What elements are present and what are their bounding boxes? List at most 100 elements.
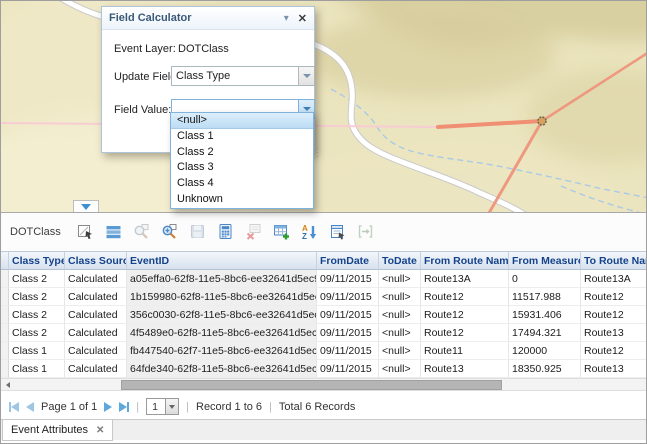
table-cell: 09/11/2015 — [317, 270, 379, 288]
table-row[interactable]: Class 2Calculated1b159980-62f8-11e5-8bc6… — [1, 288, 647, 306]
application-window: Field Calculator ▾ ✕ Event Layer: DOTCla… — [0, 0, 647, 444]
field-calculator-icon[interactable] — [217, 223, 235, 241]
clear-selection-icon[interactable] — [245, 223, 263, 241]
attribute-window-icon[interactable] — [329, 223, 347, 241]
column-header[interactable]: FromDate — [317, 251, 379, 270]
chevron-down-icon — [303, 74, 311, 78]
pan-to-selected-icon[interactable] — [161, 223, 179, 241]
dropdown-option[interactable]: <null> — [171, 113, 313, 129]
column-header[interactable]: To Route Name — [581, 251, 647, 270]
page-label: Page 1 of 1 — [41, 401, 97, 413]
zoom-to-selected-icon[interactable] — [133, 223, 151, 241]
table-row[interactable]: Class 1Calculatedfb447540-62f7-11e5-8bc6… — [1, 342, 647, 360]
table-cell: Route13A — [421, 270, 509, 288]
table-cell: Route13A — [581, 270, 647, 288]
table-cell: Class 2 — [9, 306, 65, 324]
dropdown-option[interactable]: Class 1 — [171, 129, 313, 145]
page-number-select[interactable]: 1 — [146, 398, 179, 415]
dropdown-option[interactable]: Unknown — [171, 192, 313, 208]
table-cell: Calculated — [65, 270, 127, 288]
field-value-label: Field Value: — [114, 104, 171, 116]
table-cell: Class 2 — [9, 324, 65, 342]
record-range-label: Record 1 to 6 — [196, 401, 262, 413]
row-selector[interactable] — [1, 324, 9, 342]
scrollbar-thumb[interactable] — [121, 380, 502, 390]
dropdown-option[interactable]: Class 2 — [171, 145, 313, 161]
table-row[interactable]: Class 1Calculated64fde340-62f8-11e5-8bc6… — [1, 360, 647, 378]
column-header[interactable]: ToDate — [379, 251, 421, 270]
table-row[interactable]: Class 2Calculated356c0030-62f8-11e5-8bc6… — [1, 306, 647, 324]
table-cell: Route11 — [421, 342, 509, 360]
table-cell: Route12 — [581, 288, 647, 306]
row-selector[interactable] — [1, 306, 9, 324]
separator: | — [186, 401, 189, 413]
column-header[interactable]: Class Type — [9, 251, 65, 270]
row-selector[interactable] — [1, 288, 9, 306]
event-layer-label: Event Layer: — [114, 43, 176, 55]
tab-event-attributes[interactable]: Event Attributes ✕ — [2, 420, 113, 441]
table-cell: 09/11/2015 — [317, 360, 379, 378]
page-select-dropdown-button[interactable] — [165, 398, 179, 415]
add-record-icon[interactable] — [273, 223, 291, 241]
table-cell: Class 1 — [9, 342, 65, 360]
table-cell: 120000 — [509, 342, 581, 360]
header-row: Class TypeClass SourceEventIDFromDateToD… — [1, 251, 647, 270]
chevron-down-icon — [169, 405, 175, 409]
event-layer-value: DOTClass — [178, 43, 229, 55]
table-cell: <null> — [379, 288, 421, 306]
horizontal-scrollbar[interactable] — [1, 378, 647, 391]
table-cell: 15931.406 — [509, 306, 581, 324]
dropdown-option[interactable]: Class 3 — [171, 160, 313, 176]
dialog-titlebar[interactable]: Field Calculator ▾ ✕ — [102, 7, 314, 30]
table-cell: <null> — [379, 270, 421, 288]
update-field-dropdown-button[interactable] — [298, 67, 314, 85]
table-cell: 356c0030-62f8-11e5-8bc6-ee32641d5ec9 — [127, 306, 317, 324]
first-page-button[interactable] — [9, 402, 19, 412]
next-page-button[interactable] — [104, 402, 112, 412]
table-cell: Calculated — [65, 342, 127, 360]
update-field-combobox[interactable]: Class Type — [171, 66, 315, 86]
go-to-measure-icon[interactable] — [357, 223, 375, 241]
table-cell: Route12 — [581, 342, 647, 360]
table-cell: 64fde340-62f8-11e5-8bc6-ee32641d5ec9 — [127, 360, 317, 378]
column-header[interactable]: Class Source — [65, 251, 127, 270]
attribute-table-panel: DOTClass — [1, 212, 647, 419]
table-row[interactable]: Class 2Calculated4f5489e0-62f8-11e5-8bc6… — [1, 324, 647, 342]
table-cell: Class 2 — [9, 288, 65, 306]
field-value-dropdown-list[interactable]: <null>Class 1Class 2Class 3Class 4Unknow… — [170, 112, 314, 209]
panel-collapse-tab[interactable] — [73, 200, 99, 212]
table-row[interactable]: Class 2Calculateda05effa0-62f8-11e5-8bc6… — [1, 270, 647, 288]
dialog-menu-icon[interactable]: ▾ — [284, 13, 289, 24]
table-cell: Calculated — [65, 288, 127, 306]
row-selector[interactable] — [1, 360, 9, 378]
dialog-close-icon[interactable]: ✕ — [298, 12, 307, 25]
table-cell: 17494.321 — [509, 324, 581, 342]
sort-ascending-icon[interactable]: AZ — [301, 223, 319, 241]
tab-close-icon[interactable]: ✕ — [96, 425, 104, 436]
chevron-down-icon — [303, 107, 311, 111]
column-header[interactable]: EventID — [127, 251, 317, 270]
table-cell: <null> — [379, 306, 421, 324]
last-page-button[interactable] — [119, 402, 129, 412]
select-records-icon[interactable] — [77, 223, 95, 241]
table-cell: Route13 — [581, 360, 647, 378]
table-toolbar: DOTClass — [1, 213, 647, 250]
table-cell: 09/11/2015 — [317, 342, 379, 360]
row-selector[interactable] — [1, 270, 9, 288]
save-edits-icon[interactable] — [189, 223, 207, 241]
table-cell: 09/11/2015 — [317, 306, 379, 324]
map-canvas[interactable] — [1, 1, 647, 212]
table-cell: Route13 — [421, 360, 509, 378]
dialog-title: Field Calculator — [109, 12, 284, 24]
column-header[interactable]: From Route Name — [421, 251, 509, 270]
separator: | — [136, 401, 139, 413]
table-cell: Class 1 — [9, 360, 65, 378]
previous-page-button[interactable] — [26, 402, 34, 412]
table-cell: Route12 — [421, 288, 509, 306]
switch-table-view-icon[interactable] — [105, 223, 123, 241]
dropdown-option[interactable]: Class 4 — [171, 176, 313, 192]
column-header[interactable]: From Measure — [509, 251, 581, 270]
row-selector[interactable] — [1, 342, 9, 360]
scroll-left-icon[interactable] — [6, 382, 10, 388]
table-cell: Route12 — [581, 306, 647, 324]
